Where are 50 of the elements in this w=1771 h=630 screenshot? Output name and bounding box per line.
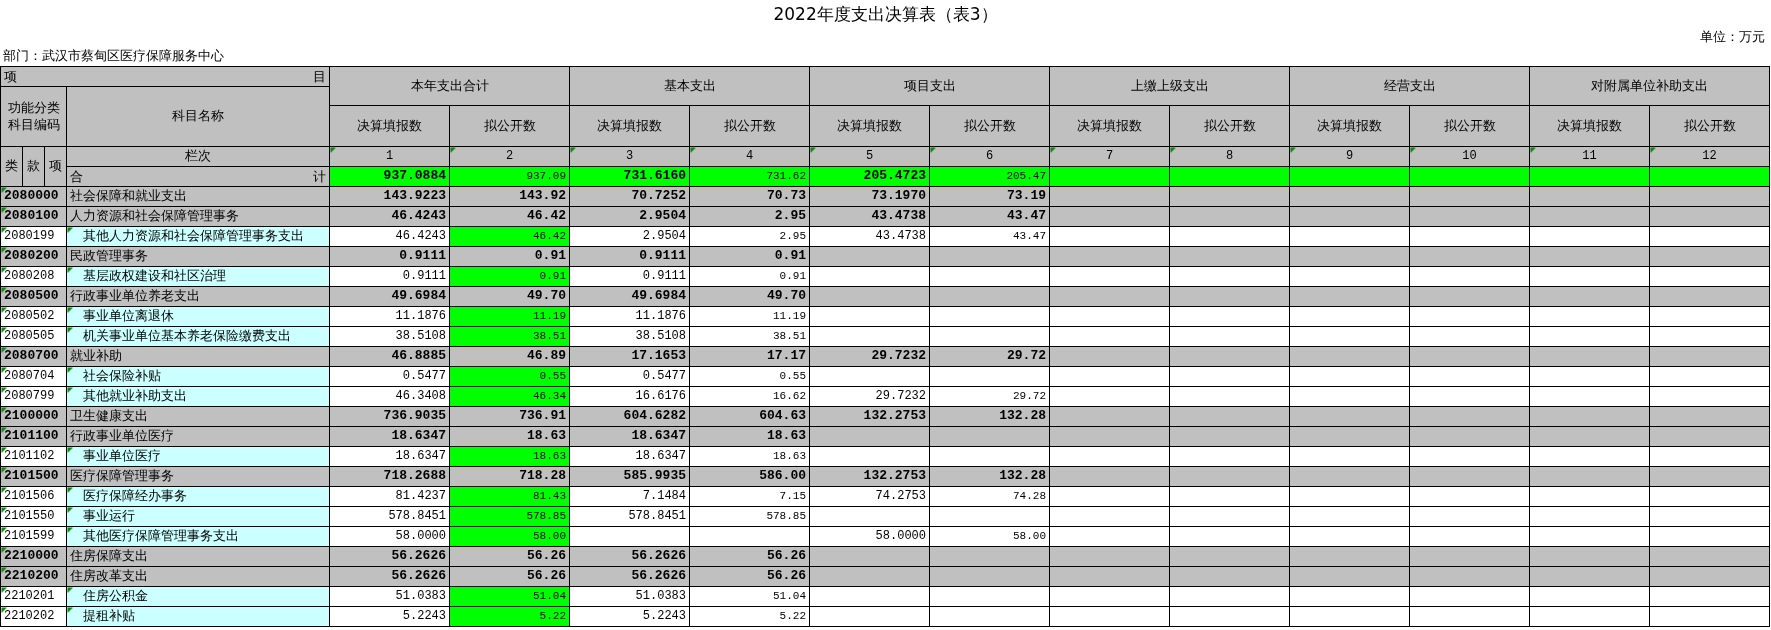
header-label: 项 (4, 67, 17, 86)
column-header: 拟公开数 (929, 105, 1050, 147)
column-group-header: 对附属单位补助支出 (1529, 66, 1770, 106)
code-cell: 2210202 (0, 606, 67, 627)
code-cell: 2080200 (0, 246, 67, 267)
code-cell: 2101506 (0, 486, 67, 507)
column-header: 决算填报数 (1289, 105, 1410, 147)
column-header: 拟公开数 (1169, 105, 1290, 147)
column-group-header: 基本支出 (569, 66, 810, 106)
code-cell: 2101500 (0, 466, 67, 487)
code-cell: 2210000 (0, 546, 67, 567)
column-header: 决算填报数 (329, 105, 450, 147)
column-header: 拟公开数 (1649, 105, 1770, 147)
column-header: 拟公开数 (1409, 105, 1530, 147)
header-label: 目 (313, 67, 326, 86)
column-group-header: 项目支出 (809, 66, 1050, 106)
code-cell: 2080000 (0, 186, 67, 207)
code-cell: 2080505 (0, 326, 67, 347)
code-cell: 2080100 (0, 206, 67, 227)
code-cell: 2101102 (0, 446, 67, 467)
column-group-header: 本年支出合计 (329, 66, 570, 106)
column-header: 决算填报数 (569, 105, 690, 147)
code-cell: 2100000 (0, 406, 67, 427)
total-label: 计 (313, 167, 326, 186)
code-cell: 2210200 (0, 566, 67, 587)
unit-label: 单位：万元 (1700, 28, 1765, 46)
column-header: 决算填报数 (1529, 105, 1650, 147)
column-header: 拟公开数 (449, 105, 570, 147)
report-title: 2022年度支出决算表（表3） (773, 2, 998, 26)
total-label: 合 (70, 167, 83, 186)
column-header: 拟公开数 (689, 105, 810, 147)
code-cell: 2080700 (0, 346, 67, 367)
code-cell: 2080199 (0, 226, 67, 247)
column-header: 科目名称 (66, 86, 330, 147)
column-group-header: 经营支出 (1289, 66, 1530, 106)
code-cell: 2080799 (0, 386, 67, 407)
code-cell: 2080500 (0, 286, 67, 307)
code-cell: 2210201 (0, 586, 67, 607)
column-header: 功能分类科目编码 (0, 86, 67, 147)
code-cell: 2101100 (0, 426, 67, 447)
column-group-header: 上缴上级支出 (1049, 66, 1290, 106)
column-header: 决算填报数 (1049, 105, 1170, 147)
code-cell: 2080704 (0, 366, 67, 387)
department-label: 部门：武汉市蔡甸区医疗保障服务中心 (3, 47, 224, 65)
code-cell: 2080502 (0, 306, 67, 327)
code-cell: 2101550 (0, 506, 67, 527)
level-header: 类 (0, 146, 23, 187)
column-header: 决算填报数 (809, 105, 930, 147)
code-cell: 2080208 (0, 266, 67, 287)
code-cell: 2101599 (0, 526, 67, 547)
